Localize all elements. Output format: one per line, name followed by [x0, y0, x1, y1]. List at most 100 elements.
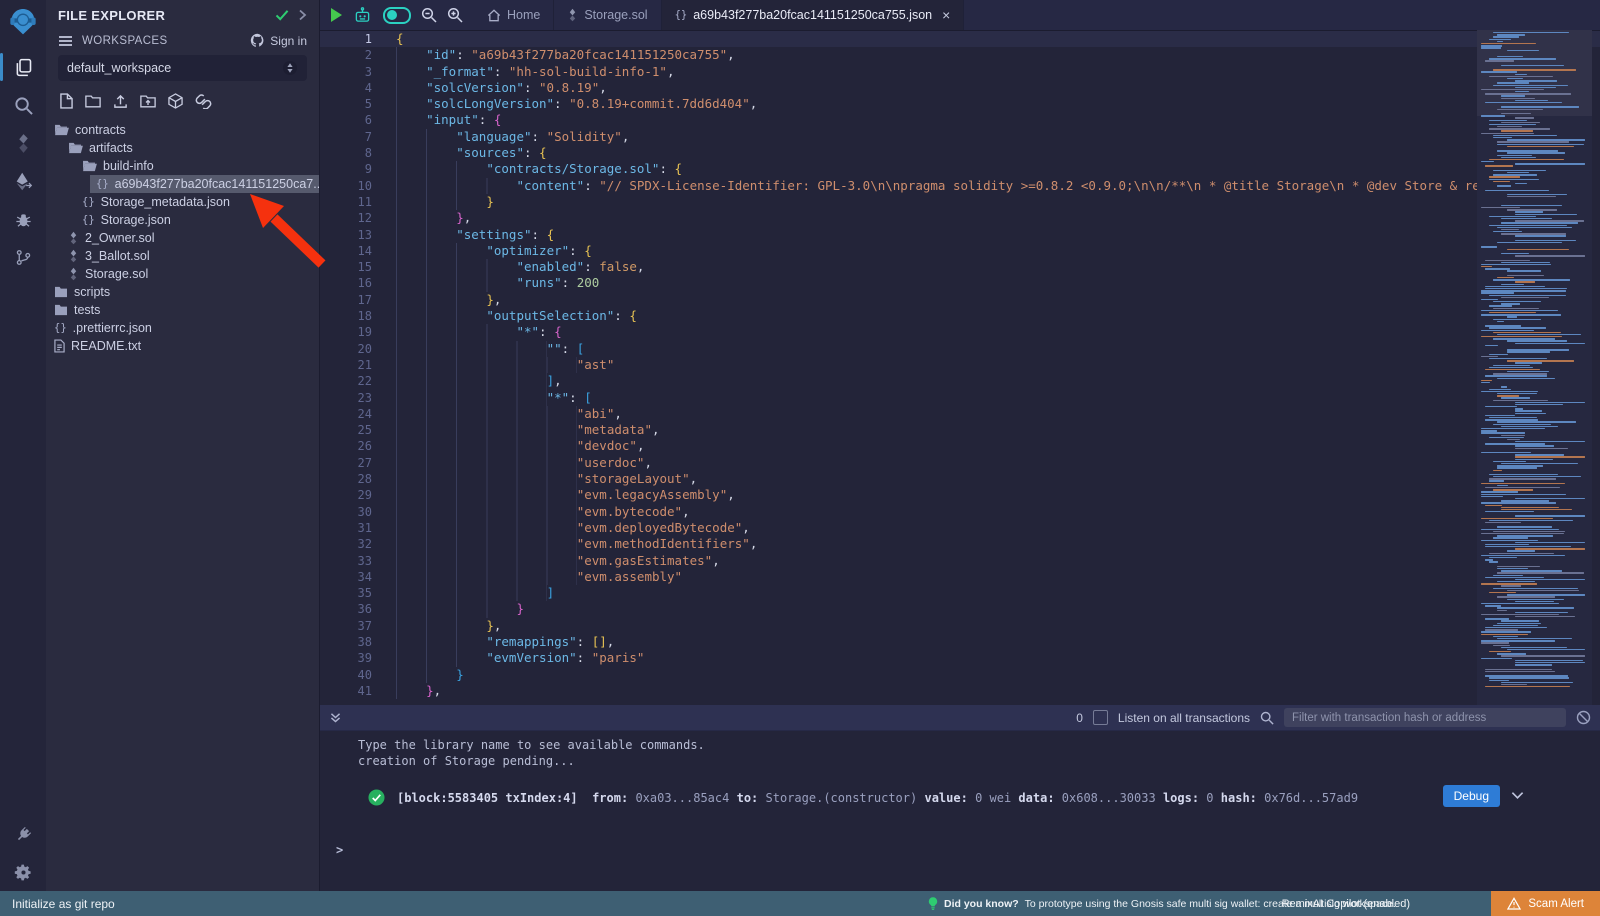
tree-item-2-owner-sol[interactable]: 2_Owner.sol — [46, 229, 319, 247]
upload-file-icon[interactable] — [113, 94, 128, 109]
git-init-button[interactable]: Initialize as git repo — [12, 891, 115, 916]
tree-item-scripts[interactable]: scripts — [46, 283, 319, 301]
rail-solidity-compiler[interactable] — [0, 124, 46, 162]
code-line-37[interactable]: 37}, — [320, 618, 1600, 634]
code-line-18[interactable]: 18"outputSelection": { — [320, 308, 1600, 324]
expand-tx-icon[interactable] — [1511, 791, 1524, 800]
zoom-in-icon[interactable] — [447, 7, 463, 23]
tree-item-tests[interactable]: tests — [46, 301, 319, 319]
rail-file-explorer[interactable] — [0, 48, 46, 86]
code-line-9[interactable]: 9"contracts/Storage.sol": { — [320, 161, 1600, 177]
folder-open-icon — [82, 160, 97, 172]
tree-item-storage-json[interactable]: {}Storage.json — [46, 211, 319, 229]
code-line-23[interactable]: 23"*": [ — [320, 390, 1600, 406]
chevron-right-icon[interactable] — [298, 9, 307, 21]
tree-item-artifacts[interactable]: artifacts — [46, 139, 319, 157]
tx-hash-value: 0x76d...57ad9 — [1264, 791, 1358, 805]
code-line-12[interactable]: 12}, — [320, 210, 1600, 226]
code-line-4[interactable]: 4"solcVersion": "0.8.19", — [320, 80, 1600, 96]
debug-button[interactable]: Debug — [1443, 785, 1500, 807]
tab-a69b43f277ba20fcac141151250ca755-json[interactable]: {}a69b43f277ba20fcac141151250ca755.json× — [662, 0, 965, 30]
code-line-26[interactable]: 26"devdoc", — [320, 438, 1600, 454]
line-number: 12 — [320, 210, 388, 226]
code-line-29[interactable]: 29"evm.legacyAssembly", — [320, 487, 1600, 503]
code-line-15[interactable]: 15"enabled": false, — [320, 259, 1600, 275]
zoom-out-icon[interactable] — [421, 7, 437, 23]
code-line-30[interactable]: 30"evm.bytecode", — [320, 504, 1600, 520]
scam-alert-button[interactable]: Scam Alert — [1491, 891, 1600, 916]
collapse-terminal-icon[interactable] — [329, 711, 342, 724]
code-line-34[interactable]: 34"evm.assembly" — [320, 569, 1600, 585]
code-line-16[interactable]: 16"runs": 200 — [320, 275, 1600, 291]
tab-storage-sol[interactable]: Storage.sol — [554, 0, 661, 30]
code-line-32[interactable]: 32"evm.methodIdentifiers", — [320, 536, 1600, 552]
rail-debugger[interactable] — [0, 200, 46, 238]
rail-deploy-run[interactable] — [0, 162, 46, 200]
code-line-41[interactable]: 41}, — [320, 683, 1600, 699]
rail-plugin-manager[interactable] — [0, 815, 46, 853]
copilot-toggle[interactable] — [383, 7, 411, 24]
code-editor[interactable]: 1{2"id": "a69b43f277ba20fcac141151250ca7… — [320, 30, 1600, 706]
listen-all-checkbox[interactable] — [1093, 710, 1108, 725]
rail-git[interactable] — [0, 238, 46, 276]
code-line-20[interactable]: 20"": [ — [320, 341, 1600, 357]
code-line-10[interactable]: 10"content": "// SPDX-License-Identifier… — [320, 178, 1600, 194]
code-line-31[interactable]: 31"evm.deployedBytecode", — [320, 520, 1600, 536]
copilot-status[interactable]: RemixAI Copilot (enabled) — [1282, 891, 1410, 916]
rail-settings[interactable] — [0, 853, 46, 891]
new-file-icon[interactable] — [60, 93, 73, 109]
code-line-13[interactable]: 13"settings": { — [320, 227, 1600, 243]
code-line-39[interactable]: 39"evmVersion": "paris" — [320, 650, 1600, 666]
tree-item--prettierrc-json[interactable]: {}.prettierrc.json — [46, 319, 319, 337]
code-line-5[interactable]: 5"solcLongVersion": "0.8.19+commit.7dd6d… — [320, 96, 1600, 112]
link-icon[interactable] — [195, 94, 212, 109]
tree-item-3-ballot-sol[interactable]: 3_Ballot.sol — [46, 247, 319, 265]
clear-console-icon[interactable] — [1576, 710, 1591, 725]
code-line-6[interactable]: 6"input": { — [320, 112, 1600, 128]
remixai-robot-icon[interactable] — [352, 6, 373, 24]
tree-item-readme-txt[interactable]: README.txt — [46, 337, 319, 355]
code-line-25[interactable]: 25"metadata", — [320, 422, 1600, 438]
cube-icon[interactable] — [168, 93, 183, 109]
code-line-33[interactable]: 33"evm.gasEstimates", — [320, 553, 1600, 569]
code-line-3[interactable]: 3"_format": "hh-sol-build-info-1", — [320, 64, 1600, 80]
code-line-11[interactable]: 11} — [320, 194, 1600, 210]
code-line-2[interactable]: 2"id": "a69b43f277ba20fcac141151250ca755… — [320, 47, 1600, 63]
code-line-35[interactable]: 35] — [320, 585, 1600, 601]
upload-folder-icon[interactable] — [140, 94, 156, 108]
code-line-19[interactable]: 19"*": { — [320, 324, 1600, 340]
code-line-40[interactable]: 40} — [320, 667, 1600, 683]
transaction-filter-input[interactable] — [1284, 708, 1566, 727]
lightbulb-icon — [928, 896, 938, 911]
code-line-8[interactable]: 8"sources": { — [320, 145, 1600, 161]
hamburger-icon[interactable] — [58, 35, 73, 47]
sign-in-button[interactable]: Sign in — [250, 33, 307, 48]
code-line-14[interactable]: 14"optimizer": { — [320, 243, 1600, 259]
code-line-7[interactable]: 7"language": "Solidity", — [320, 129, 1600, 145]
terminal[interactable]: Type the library name to see available c… — [320, 731, 1600, 891]
tab-home[interactable]: Home — [474, 0, 554, 30]
code-line-22[interactable]: 22], — [320, 373, 1600, 389]
code-line-17[interactable]: 17}, — [320, 292, 1600, 308]
minimap[interactable] — [1477, 30, 1592, 705]
tree-item-contracts[interactable]: contracts — [46, 121, 319, 139]
close-tab-icon[interactable]: × — [942, 8, 950, 22]
code-line-24[interactable]: 24"abi", — [320, 406, 1600, 422]
code-line-27[interactable]: 27"userdoc", — [320, 455, 1600, 471]
code-line-38[interactable]: 38"remappings": [], — [320, 634, 1600, 650]
tree-item-storage-sol[interactable]: Storage.sol — [46, 265, 319, 283]
tree-item-build-info[interactable]: build-info — [46, 157, 319, 175]
code-line-36[interactable]: 36} — [320, 601, 1600, 617]
code-line-1[interactable]: 1{ — [320, 31, 1600, 47]
code-line-28[interactable]: 28"storageLayout", — [320, 471, 1600, 487]
tree-item-a69b43f277ba20fcac141151250ca7-[interactable]: {}a69b43f277ba20fcac141151250ca7... — [46, 175, 319, 193]
workspaces-label: WORKSPACES — [82, 35, 241, 47]
rail-search[interactable] — [0, 86, 46, 124]
transaction-log[interactable]: [block:5583405 txIndex:4] from: 0xa03...… — [397, 791, 1358, 805]
new-folder-icon[interactable] — [85, 94, 101, 108]
run-script-button[interactable] — [331, 8, 342, 22]
tx-from-label: from: — [592, 791, 628, 805]
workspace-select[interactable]: default_workspace — [58, 55, 307, 81]
code-line-21[interactable]: 21"ast" — [320, 357, 1600, 373]
tree-item-storage-metadata-json[interactable]: {}Storage_metadata.json — [46, 193, 319, 211]
